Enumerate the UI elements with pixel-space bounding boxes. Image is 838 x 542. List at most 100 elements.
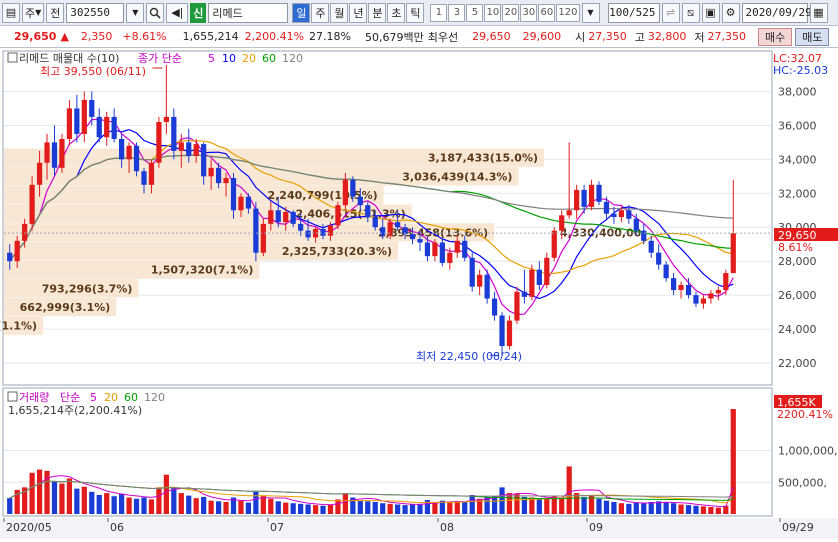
interval-5[interactable]: 5 — [466, 3, 484, 22]
volume-bar — [484, 497, 490, 514]
vol-ma-period-120: 120 — [144, 391, 165, 404]
interval-30[interactable]: 30 — [520, 3, 538, 22]
candle-body — [529, 269, 535, 297]
window-menu-icon[interactable]: ▤ — [2, 2, 20, 23]
search-icon[interactable] — [146, 2, 165, 23]
candle-body — [380, 227, 386, 236]
volume-bar — [559, 497, 565, 514]
tab-monthly[interactable]: 월 — [330, 2, 349, 23]
stock-chart[interactable]: 230,424(1.1%) 662,999(3.1%) 793,296(3.7%) 1… — [0, 48, 838, 539]
volume-bar — [312, 505, 319, 514]
volume-bar — [36, 469, 43, 514]
candle-body — [432, 242, 438, 257]
quote-bar: 29,650 ▲ 2,350 +8.61% 1,655,214 2,200.41… — [0, 26, 838, 48]
volume-bar — [171, 487, 177, 514]
volume-ma-label: 단순 — [60, 391, 80, 404]
vol-ma-period-20: 20 — [104, 391, 118, 404]
up-arrow-icon: ▲ — [60, 30, 69, 43]
tab-minute[interactable]: 분 — [368, 2, 387, 23]
interval-3[interactable]: 3 — [448, 3, 466, 22]
interval-1[interactable]: 1 — [430, 3, 448, 22]
volume-bar — [670, 503, 677, 514]
volume-bar — [618, 503, 624, 514]
best-ask-price: 29,650 — [472, 30, 511, 43]
stock-code-input[interactable]: 302550 — [66, 2, 125, 23]
candle-body — [447, 252, 453, 263]
open-price: 27,350 — [588, 30, 627, 43]
date-label: 2020/05 — [6, 521, 52, 534]
tab-daily[interactable]: 일 — [292, 2, 311, 23]
sell-button[interactable]: 매도 — [795, 27, 830, 46]
volume-bar — [715, 507, 721, 514]
interval-20[interactable]: 20 — [502, 3, 520, 22]
tab-weekly[interactable]: 주 — [311, 2, 330, 23]
price-tick-label: 38,000 — [778, 85, 817, 98]
interval-dropdown-icon[interactable]: ▼ — [581, 2, 600, 23]
date-label: 07 — [270, 521, 284, 534]
volume-profile-label: 662,999(3.1%) — [20, 301, 111, 314]
candle-body — [454, 240, 460, 253]
tab-tick[interactable]: 틱 — [406, 2, 425, 23]
volume-bar — [394, 504, 401, 514]
hc-label: HC:-25.03 — [773, 64, 828, 77]
candle-body — [66, 108, 73, 139]
price-panel-title: 리메드 매물대 수(10) — [19, 52, 119, 65]
link-icon[interactable]: ⇌ — [661, 2, 680, 23]
volume-bar — [201, 496, 207, 514]
calendar-icon[interactable]: ▦ — [809, 2, 828, 23]
save-icon[interactable]: ▣ — [701, 2, 720, 23]
sound-icon[interactable]: ◀| — [166, 2, 189, 23]
high-label: 고 — [634, 30, 645, 44]
volume-profile-label: 3,036,439(14.3%) — [402, 170, 512, 183]
market-label: 주 — [25, 6, 36, 20]
count-display[interactable]: 100/525 — [607, 2, 660, 23]
chart-check-icon[interactable]: ⧅ — [681, 2, 700, 23]
candle-body — [596, 184, 602, 202]
gear-icon[interactable]: ⚙ — [721, 2, 740, 23]
interval-120[interactable]: 120 — [556, 3, 580, 22]
volume-bar — [327, 504, 334, 514]
turnover-rate: 27.18% — [309, 30, 351, 43]
candle-body — [156, 122, 162, 163]
price-change-pct: +8.61% — [122, 30, 167, 43]
prev-button[interactable]: 전 — [46, 2, 65, 23]
interval-60[interactable]: 60 — [538, 3, 556, 22]
code-dropdown-icon[interactable]: ▼ — [126, 2, 145, 23]
candle-body — [186, 142, 192, 156]
volume-bar — [268, 498, 274, 514]
candle-body — [283, 211, 289, 223]
volume-bar — [223, 501, 229, 514]
ma-period-120: 120 — [282, 52, 303, 65]
volume-bar — [208, 500, 214, 514]
volume-bar — [685, 505, 692, 514]
candle-body — [245, 196, 252, 209]
volume-bar — [491, 496, 498, 514]
candle-body — [350, 179, 356, 197]
volume-bar — [663, 502, 669, 514]
open-label: 시 — [575, 30, 586, 44]
candle-body — [44, 142, 50, 163]
market-button[interactable]: 주 ▼ — [22, 2, 45, 23]
candle-body — [551, 230, 557, 258]
volume-bar — [156, 487, 162, 514]
candle-body — [104, 116, 110, 138]
candle-body — [499, 315, 505, 347]
candle-body — [215, 167, 222, 184]
volume-profile-label: 793,296(3.7%) — [42, 282, 133, 295]
candle-body — [223, 178, 229, 184]
chart-area[interactable]: 230,424(1.1%) 662,999(3.1%) 793,296(3.7%) 1… — [0, 48, 838, 539]
candle-body — [89, 99, 95, 117]
best-ask-label: 최우선 — [427, 30, 459, 44]
date-field[interactable]: 2020/09/29 — [741, 2, 812, 23]
tab-yearly[interactable]: 년 — [349, 2, 368, 23]
volume-bar — [253, 491, 259, 514]
candle-body — [230, 178, 237, 211]
volume-bar — [633, 502, 639, 514]
tab-second[interactable]: 초 — [387, 2, 406, 23]
volume-bar — [536, 499, 542, 514]
volume-bar — [462, 501, 468, 514]
volume-bar — [305, 504, 311, 514]
buy-button[interactable]: 매수 — [757, 27, 793, 46]
interval-10[interactable]: 10 — [484, 3, 502, 22]
volume-bar — [611, 501, 617, 514]
